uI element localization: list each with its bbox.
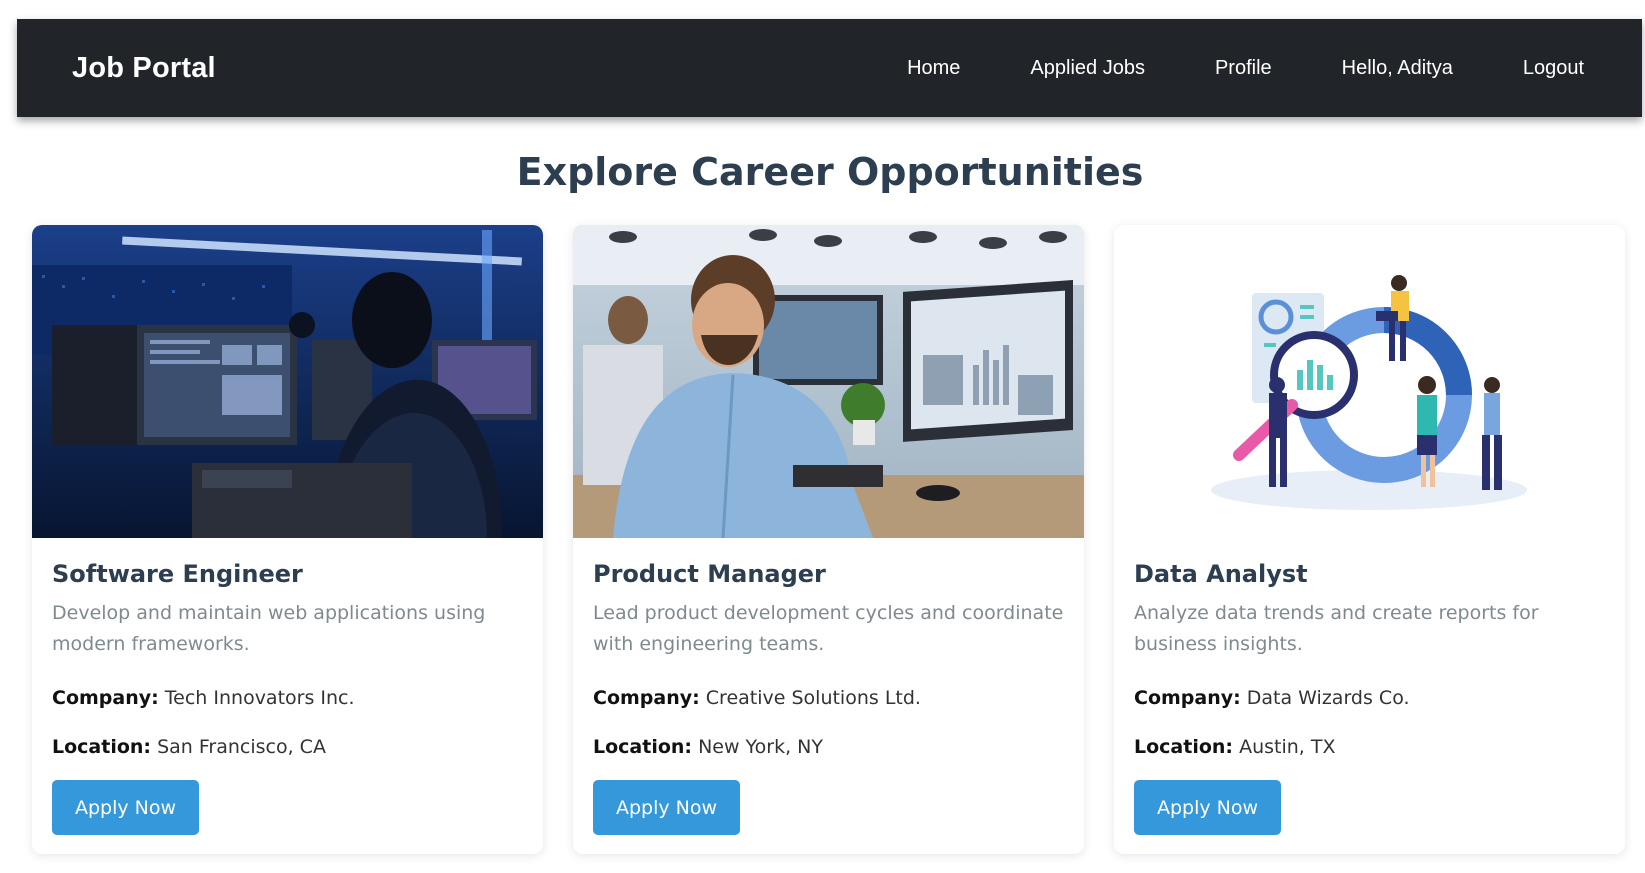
company-value: Data Wizards Co. bbox=[1246, 687, 1410, 709]
job-card: Product Manager Lead product development… bbox=[573, 225, 1084, 854]
job-image bbox=[32, 225, 543, 538]
job-description: Develop and maintain web applications us… bbox=[52, 602, 486, 655]
job-card-list: Software Engineer Develop and maintain w… bbox=[32, 225, 1625, 854]
company-value: Tech Innovators Inc. bbox=[164, 687, 355, 709]
job-location: Location: New York, NY bbox=[593, 736, 1064, 758]
job-company: Company: Tech Innovators Inc. bbox=[52, 687, 523, 709]
navbar: Job Portal Home Applied Jobs Profile Hel… bbox=[17, 19, 1642, 117]
location-value: Austin, TX bbox=[1239, 736, 1336, 758]
page-title: Explore Career Opportunities bbox=[516, 150, 1144, 194]
brand-logo[interactable]: Job Portal bbox=[72, 52, 216, 85]
company-label: Company: bbox=[52, 687, 159, 709]
nav-profile-link[interactable]: Profile bbox=[1215, 57, 1272, 80]
location-value: New York, NY bbox=[698, 736, 823, 758]
job-title: Software Engineer bbox=[52, 560, 303, 588]
company-value: Creative Solutions Ltd. bbox=[705, 687, 921, 709]
job-description: Lead product development cycles and coor… bbox=[593, 602, 1064, 655]
company-label: Company: bbox=[1134, 687, 1241, 709]
job-company: Company: Data Wizards Co. bbox=[1134, 687, 1605, 709]
job-title: Data Analyst bbox=[1134, 560, 1308, 588]
nav-home-link[interactable]: Home bbox=[907, 57, 960, 80]
nav-logout-link[interactable]: Logout bbox=[1523, 57, 1584, 80]
location-value: San Francisco, CA bbox=[157, 736, 326, 758]
job-title: Product Manager bbox=[593, 560, 826, 588]
company-label: Company: bbox=[593, 687, 700, 709]
nav-applied-jobs-link[interactable]: Applied Jobs bbox=[1030, 57, 1145, 80]
job-location: Location: Austin, TX bbox=[1134, 736, 1605, 758]
apply-now-button[interactable]: Apply Now bbox=[52, 780, 199, 835]
job-card: Data Analyst Analyze data trends and cre… bbox=[1114, 225, 1625, 854]
job-description: Analyze data trends and create reports f… bbox=[1134, 602, 1539, 655]
job-card: Software Engineer Develop and maintain w… bbox=[32, 225, 543, 854]
job-image bbox=[1114, 225, 1625, 538]
location-label: Location: bbox=[593, 736, 693, 758]
job-image bbox=[573, 225, 1084, 538]
job-company: Company: Creative Solutions Ltd. bbox=[593, 687, 1064, 709]
job-location: Location: San Francisco, CA bbox=[52, 736, 523, 758]
apply-now-button[interactable]: Apply Now bbox=[593, 780, 740, 835]
location-label: Location: bbox=[52, 736, 152, 758]
nav-links: Home Applied Jobs Profile Hello, Aditya … bbox=[907, 57, 1584, 80]
location-label: Location: bbox=[1134, 736, 1234, 758]
nav-user-greeting[interactable]: Hello, Aditya bbox=[1342, 57, 1453, 80]
apply-now-button[interactable]: Apply Now bbox=[1134, 780, 1281, 835]
